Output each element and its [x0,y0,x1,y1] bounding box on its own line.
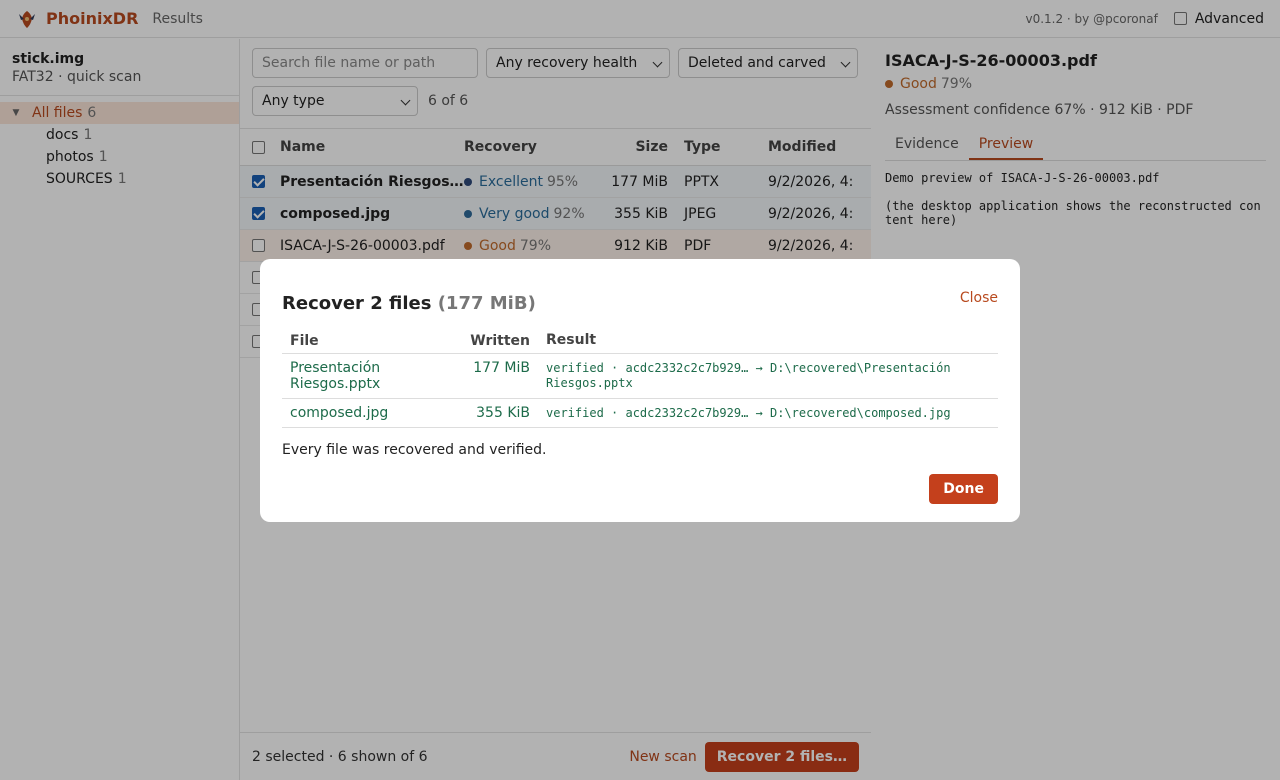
result-detail: verified · acdc2332c2c7b929… → D:\recove… [546,406,951,420]
dialog-title-size: (177 MiB) [437,293,536,314]
result-written: 177 MiB [473,360,530,376]
column-header-result: Result [546,332,597,348]
done-button[interactable]: Done [929,474,998,504]
close-button[interactable]: Close [960,290,998,306]
dialog-title-text: Recover 2 files [282,293,432,314]
result-written: 355 KiB [476,405,530,421]
results-header: File Written Result [282,328,998,354]
result-file: composed.jpg [290,405,389,421]
dialog-title: Recover 2 files (177 MiB) [282,293,536,314]
recover-results-table: File Written Result Presentación Riesgos… [282,328,998,428]
result-detail: verified · acdc2332c2c7b929… → D:\recove… [546,361,951,390]
result-row: Presentación Riesgos.pptx 177 MiB verifi… [282,354,998,399]
result-message: Every file was recovered and verified. [282,442,547,458]
column-header-file: File [290,332,319,349]
column-header-written: Written [470,332,530,349]
recover-dialog: Recover 2 files (177 MiB) Close File Wri… [260,259,1020,522]
result-file: Presentación Riesgos.pptx [290,360,381,392]
result-row: composed.jpg 355 KiB verified · acdc2332… [282,399,998,428]
